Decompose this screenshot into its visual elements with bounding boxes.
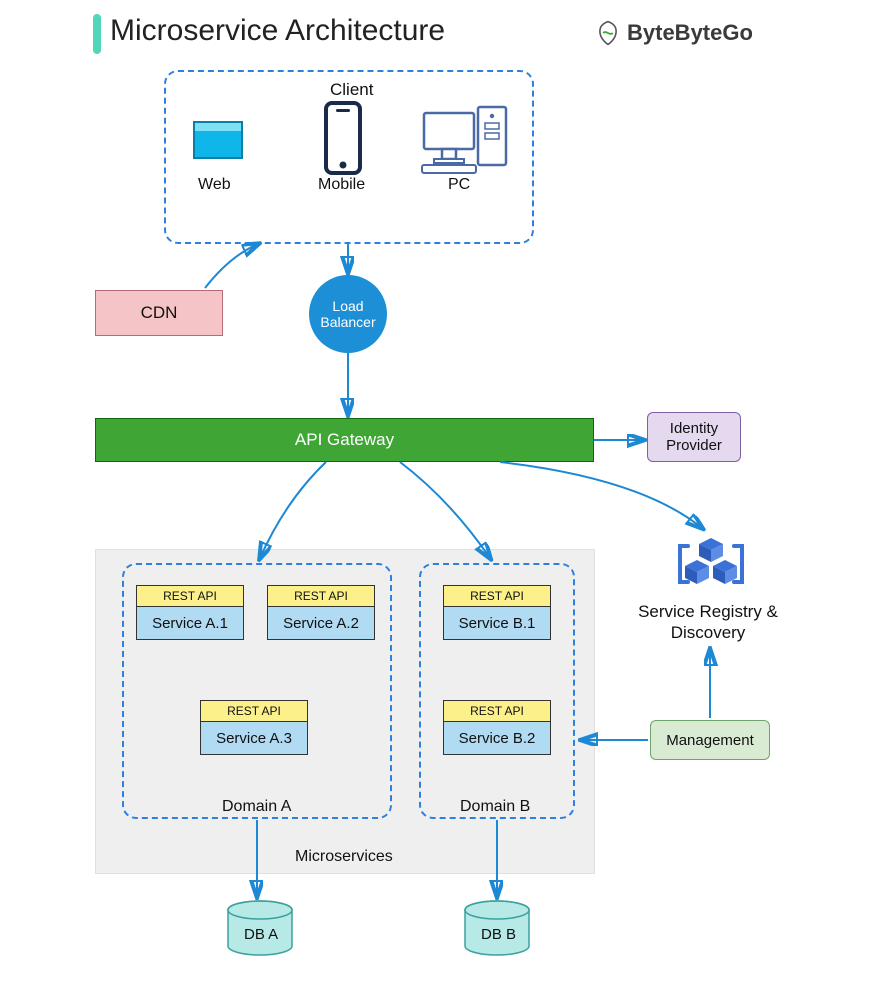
rest-api-badge: REST API xyxy=(267,585,375,607)
service-registry-l2: Discovery xyxy=(618,622,798,643)
web-label: Web xyxy=(198,176,231,194)
db-a-label: DB A xyxy=(244,926,278,943)
brand-icon xyxy=(595,20,621,46)
identity-provider-l2: Provider xyxy=(666,437,722,454)
client-label: Client xyxy=(330,80,373,100)
service-a2-card: REST API Service A.2 xyxy=(267,585,375,640)
api-gateway-label: API Gateway xyxy=(295,430,394,450)
microservices-label: Microservices xyxy=(295,848,393,866)
rest-api-badge: REST API xyxy=(443,585,551,607)
rest-api-badge: REST API xyxy=(200,700,308,722)
mobile-label: Mobile xyxy=(318,176,365,194)
load-balancer-label: Load Balancer xyxy=(309,298,387,330)
management-label: Management xyxy=(666,732,754,749)
service-b1-card: REST API Service B.1 xyxy=(443,585,551,640)
service-registry-l1: Service Registry & xyxy=(618,601,798,622)
service-registry-label: Service Registry & Discovery xyxy=(618,601,798,644)
mobile-icon xyxy=(318,99,368,182)
api-gateway-box: API Gateway xyxy=(95,418,594,462)
service-registry-icon xyxy=(676,532,746,601)
pc-label: PC xyxy=(448,176,470,194)
identity-provider-l1: Identity xyxy=(666,420,722,437)
title-accent-bar xyxy=(93,14,101,54)
cdn-label: CDN xyxy=(141,303,178,323)
service-a3-label: Service A.3 xyxy=(200,722,308,755)
brand-text: ByteByteGo xyxy=(627,20,753,46)
load-balancer-node: Load Balancer xyxy=(309,275,387,353)
service-a2-label: Service A.2 xyxy=(267,607,375,640)
diagram-title: Microservice Architecture xyxy=(110,14,445,48)
domain-a-label: Domain A xyxy=(222,798,291,816)
service-a1-card: REST API Service A.1 xyxy=(136,585,244,640)
rest-api-badge: REST API xyxy=(136,585,244,607)
service-b2-card: REST API Service B.2 xyxy=(443,700,551,755)
management-box: Management xyxy=(650,720,770,760)
service-b1-label: Service B.1 xyxy=(443,607,551,640)
domain-b-label: Domain B xyxy=(460,798,530,816)
pc-icon xyxy=(420,103,512,180)
service-a1-label: Service A.1 xyxy=(136,607,244,640)
service-a3-card: REST API Service A.3 xyxy=(200,700,308,755)
identity-provider-box: Identity Provider xyxy=(647,412,741,462)
diagram-canvas: Microservice Architecture ByteByteGo Cli… xyxy=(0,0,876,984)
web-icon xyxy=(188,110,248,175)
brand-logo: ByteByteGo xyxy=(595,20,753,46)
rest-api-badge: REST API xyxy=(443,700,551,722)
cdn-box: CDN xyxy=(95,290,223,336)
db-b-label: DB B xyxy=(481,926,516,943)
service-b2-label: Service B.2 xyxy=(443,722,551,755)
